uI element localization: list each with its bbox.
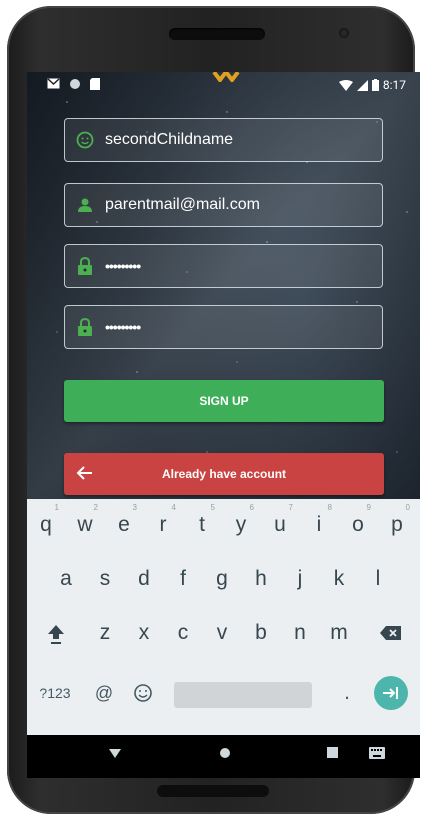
sync-icon <box>70 79 80 89</box>
already-have-account-label: Already have account <box>161 467 287 481</box>
arrow-left-icon <box>76 466 92 480</box>
key-k[interactable]: k <box>324 559 354 599</box>
gmail-icon <box>47 78 60 89</box>
key-t[interactable]: t5 <box>187 503 217 545</box>
key-p[interactable]: p0 <box>382 503 412 545</box>
backspace-key[interactable] <box>376 613 406 653</box>
shift-icon <box>48 625 64 644</box>
key-j[interactable]: j <box>285 559 315 599</box>
key-i[interactable]: i8 <box>304 503 334 545</box>
key-b[interactable]: b <box>246 613 276 653</box>
battery-icon <box>371 79 379 91</box>
emoji-key[interactable] <box>128 673 158 713</box>
key-u[interactable]: u7 <box>265 503 295 545</box>
front-camera <box>339 28 349 38</box>
person-icon <box>75 195 95 215</box>
phone-frame: 8:17 SIGN <box>7 6 420 814</box>
notification-badge-icon <box>212 72 240 82</box>
soft-keyboard: q1 w2 e3 r4 t5 y6 u7 i8 o9 p0 a s d f g … <box>27 499 420 735</box>
sign-up-button[interactable]: SIGN UP <box>64 380 384 422</box>
key-f[interactable]: f <box>168 559 198 599</box>
key-x[interactable]: x <box>129 613 159 653</box>
status-bar: 8:17 <box>27 72 420 100</box>
status-time: 8:17 <box>382 78 406 92</box>
home-nav-icon[interactable] <box>219 747 231 759</box>
key-v[interactable]: v <box>207 613 237 653</box>
email-field[interactable] <box>64 183 383 227</box>
key-n[interactable]: n <box>285 613 315 653</box>
key-e[interactable]: e3 <box>109 503 139 545</box>
sd-card-icon <box>90 78 100 90</box>
back-nav-icon[interactable] <box>109 747 121 759</box>
key-d[interactable]: d <box>129 559 159 599</box>
keyboard-row-1: q1 w2 e3 r4 t5 y6 u7 i8 o9 p0 <box>27 503 420 553</box>
backspace-icon <box>380 626 401 640</box>
email-input[interactable] <box>103 195 367 215</box>
confirm-password-field[interactable] <box>64 305 383 349</box>
lock-icon <box>75 317 95 337</box>
bottom-speaker <box>157 785 269 797</box>
enter-key[interactable] <box>374 676 408 710</box>
key-a[interactable]: a <box>51 559 81 599</box>
keyboard-row-3: z x c v b n m <box>27 613 420 661</box>
key-o[interactable]: o9 <box>343 503 373 545</box>
keyboard-row-4: ?123 @ . <box>27 667 420 723</box>
emoji-icon <box>134 684 152 702</box>
shift-key[interactable] <box>41 613 71 653</box>
key-r[interactable]: r4 <box>148 503 178 545</box>
lock-icon <box>75 256 95 276</box>
key-z[interactable]: z <box>90 613 120 653</box>
period-key[interactable]: . <box>332 673 362 713</box>
key-w[interactable]: w2 <box>70 503 100 545</box>
key-s[interactable]: s <box>90 559 120 599</box>
confirm-password-input[interactable] <box>103 318 367 336</box>
wifi-icon <box>338 79 353 91</box>
key-c[interactable]: c <box>168 613 198 653</box>
child-face-icon <box>75 130 95 150</box>
keyboard-switch-icon[interactable] <box>369 747 385 759</box>
key-m[interactable]: m <box>324 613 354 653</box>
key-h[interactable]: h <box>246 559 276 599</box>
key-q[interactable]: q1 <box>31 503 61 545</box>
child-name-field[interactable] <box>64 118 383 162</box>
key-g[interactable]: g <box>207 559 237 599</box>
space-key[interactable] <box>174 682 312 708</box>
symbols-key[interactable]: ?123 <box>35 673 75 713</box>
key-y[interactable]: y6 <box>226 503 256 545</box>
password-field[interactable] <box>64 244 383 288</box>
key-l[interactable]: l <box>363 559 393 599</box>
tab-next-icon <box>383 687 398 699</box>
password-input[interactable] <box>103 257 367 275</box>
already-have-account-button[interactable]: Already have account <box>64 453 384 495</box>
recents-nav-icon[interactable] <box>327 747 338 758</box>
signal-icon <box>356 79 368 91</box>
navigation-bar <box>27 735 420 778</box>
top-speaker <box>169 28 265 40</box>
screen: 8:17 SIGN <box>27 72 420 778</box>
at-key[interactable]: @ <box>89 673 119 713</box>
keyboard-row-2: a s d f g h j k l <box>27 559 420 607</box>
child-name-input[interactable] <box>103 130 367 150</box>
